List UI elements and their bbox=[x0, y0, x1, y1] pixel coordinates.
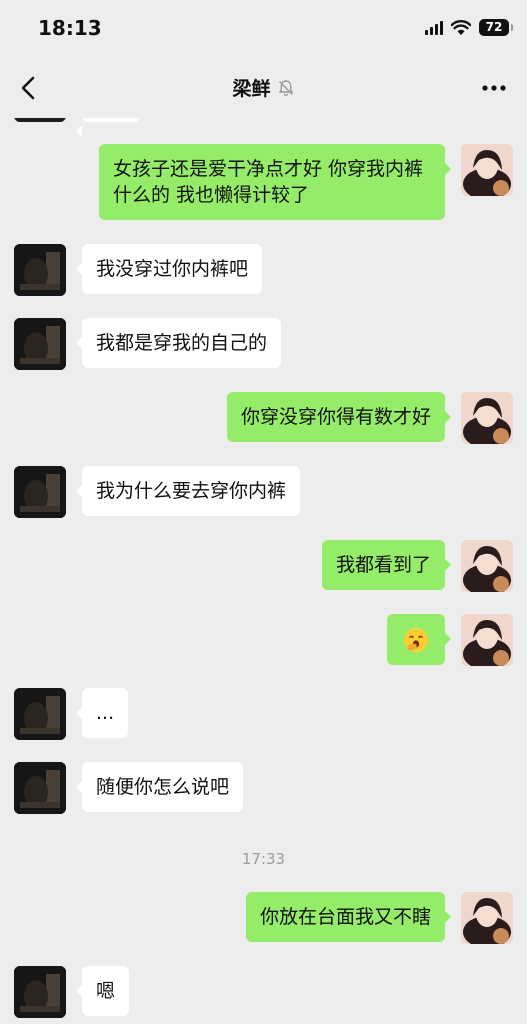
message-bubble-received[interactable]: 随便你怎么说吧 bbox=[75, 762, 244, 812]
my-avatar[interactable] bbox=[461, 144, 513, 196]
status-time: 18:13 bbox=[38, 16, 102, 40]
status-bar: 18:13 72 bbox=[0, 0, 527, 58]
contact-avatar[interactable] bbox=[14, 966, 66, 1018]
my-avatar[interactable] bbox=[461, 540, 513, 592]
message-bubble-sent[interactable]: 我都看到了 bbox=[321, 540, 452, 590]
message-timestamp: 17:33 bbox=[241, 850, 286, 868]
wifi-icon bbox=[451, 19, 471, 35]
contact-avatar[interactable] bbox=[14, 318, 66, 370]
more-icon[interactable] bbox=[477, 72, 511, 104]
signal-icon bbox=[425, 20, 443, 35]
contact-avatar[interactable] bbox=[14, 244, 66, 296]
chat-screen: 18:13 72 梁鲜 女孩子还是爱干净点才好 你穿我内裤什么的 我也懒得计较了… bbox=[0, 0, 527, 1024]
message-bubble-received[interactable]: 我都是穿我的自己的 bbox=[75, 318, 282, 368]
contact-avatar[interactable] bbox=[14, 688, 66, 740]
contact-avatar[interactable] bbox=[14, 118, 66, 122]
message-bubble-sent[interactable]: 你放在台面我又不瞎 bbox=[245, 892, 452, 942]
nav-title-group: 梁鲜 bbox=[0, 74, 527, 101]
battery-level: 72 bbox=[485, 20, 503, 34]
message-bubble-received[interactable]: 嗯 bbox=[75, 966, 130, 1016]
message-bubble-sent[interactable]: 你穿没穿你得有数才好 bbox=[226, 392, 452, 442]
status-icons: 72 bbox=[425, 19, 513, 36]
message-list[interactable]: 女孩子还是爱干净点才好 你穿我内裤什么的 我也懒得计较了 我没穿过你内裤吧 我都… bbox=[0, 118, 527, 1024]
message-bubble-partial bbox=[76, 118, 140, 137]
my-avatar[interactable] bbox=[461, 392, 513, 444]
battery-icon: 72 bbox=[479, 19, 513, 36]
yawn-face-icon bbox=[404, 627, 428, 652]
message-bubble-sent[interactable]: 女孩子还是爱干净点才好 你穿我内裤什么的 我也懒得计较了 bbox=[99, 144, 451, 220]
my-avatar[interactable] bbox=[461, 892, 513, 944]
chat-title: 梁鲜 bbox=[232, 78, 271, 100]
contact-avatar[interactable] bbox=[14, 466, 66, 518]
contact-avatar[interactable] bbox=[14, 762, 66, 814]
my-avatar[interactable] bbox=[461, 614, 513, 666]
mute-bell-icon bbox=[278, 79, 293, 96]
message-bubble-sent[interactable] bbox=[387, 614, 451, 665]
message-bubble-received[interactable]: 我没穿过你内裤吧 bbox=[75, 244, 263, 294]
message-bubble-received[interactable]: ... bbox=[75, 688, 129, 738]
nav-bar: 梁鲜 bbox=[0, 58, 527, 118]
message-bubble-received[interactable]: 我为什么要去穿你内裤 bbox=[75, 466, 301, 516]
